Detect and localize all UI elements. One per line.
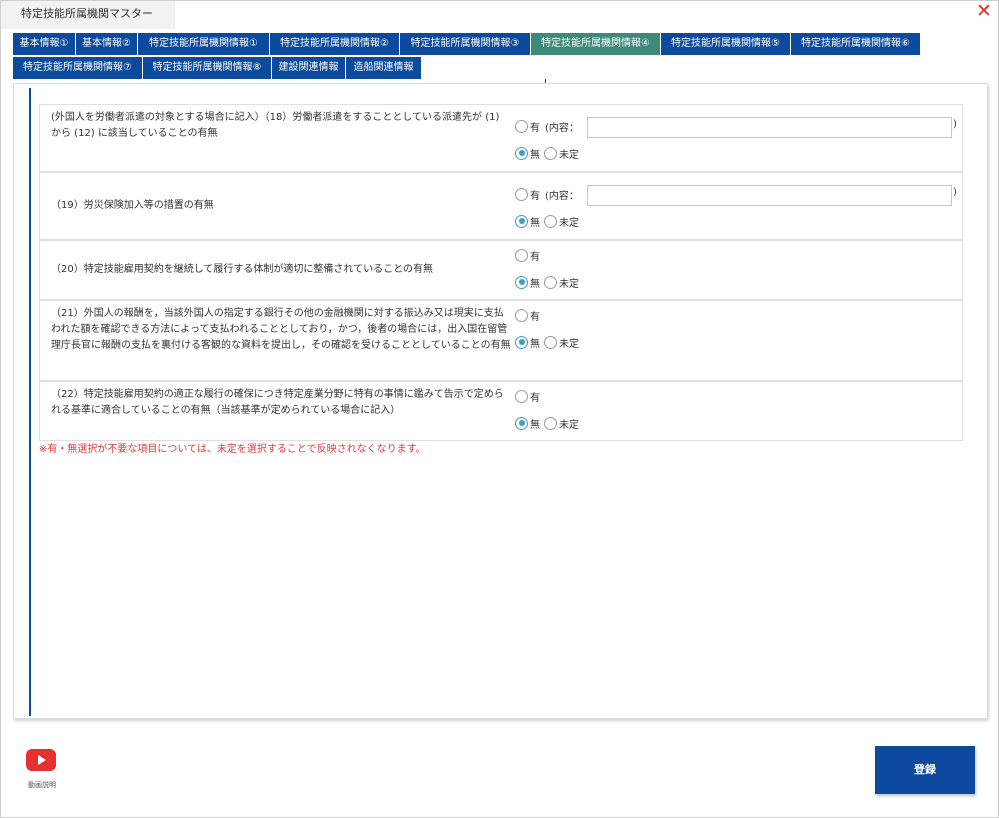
youtube-play-icon[interactable] [26,749,56,771]
tab-org-7[interactable]: 特定技能所属機関情報⑦ [13,57,142,79]
option-yes-label: 有 [530,122,540,134]
option-no-label: 無 [530,217,540,229]
option-yes-label: 有 [530,251,540,263]
radio-undecided[interactable] [544,146,557,160]
tab-org-5[interactable]: 特定技能所属機関情報⑤ [661,33,790,55]
form-panel: (外国人を労働者派遣の対象とする場合に記入）（18）労働者派遣をすることとしてい… [13,83,988,719]
option-yes[interactable]: 有 [515,247,540,263]
video-help-label: 動画説明 [28,781,56,789]
question-text: (外国人を労働者派遣の対象とする場合に記入）（18）労働者派遣をすることとしてい… [51,112,500,139]
detail-input[interactable] [587,185,952,206]
tab-construction[interactable]: 建設関連情報 [272,57,345,79]
selection-note: ※有・無選択が不要な項目については、未定を選択することで反映されなくなります。 [39,444,426,455]
tab-basic-2[interactable]: 基本情報② [76,33,137,55]
question-18: (外国人を労働者派遣の対象とする場合に記入）（18）労働者派遣をすることとしてい… [39,104,963,172]
option-undecided-label: 未定 [559,278,579,290]
tab-org-4[interactable]: 特定技能所属機関情報④ [531,33,660,55]
detail-input[interactable] [587,117,952,138]
tab-org-3[interactable]: 特定技能所属機関情報③ [400,33,530,55]
panel-accent-line [29,88,31,716]
tab-row-1: 基本情報① 基本情報② 特定技能所属機関情報① 特定技能所属機関情報② 特定技能… [13,33,993,55]
option-no-label: 無 [530,278,540,290]
window-title: 特定技能所属機関マスター [1,1,175,29]
option-undecided-label: 未定 [559,217,579,229]
tab-basic-1[interactable]: 基本情報① [13,33,75,55]
tab-row-2: 特定技能所属機関情報⑦ 特定技能所属機関情報⑧ 建設関連情報 造船関連情報 [13,57,993,89]
option-undecided-label: 未定 [559,149,579,161]
option-no[interactable]: 無 未定 [515,334,579,350]
tab-org-2[interactable]: 特定技能所属機関情報② [270,33,399,55]
option-no-label: 無 [530,149,540,161]
radio-no[interactable] [515,214,528,228]
question-text: （20）特定技能雇用契約を継続して履行する体制が適切に整備されていることの有無 [51,264,434,275]
detail-close-paren: ) [953,119,957,130]
detail-label: (内容： [545,122,579,134]
detail-close-paren: ) [953,187,957,198]
question-20: （20）特定技能雇用契約を継続して履行する体制が適切に整備されていることの有無 … [39,240,963,300]
radio-undecided[interactable] [544,335,557,349]
option-yes[interactable]: 有 (内容： [515,186,579,202]
option-yes-label: 有 [530,311,540,323]
option-no[interactable]: 無 未定 [515,213,579,229]
radio-yes[interactable] [515,119,528,133]
tab-shipbuilding[interactable]: 造船関連情報 [346,57,421,79]
option-no[interactable]: 無 未定 [515,415,579,431]
option-no-label: 無 [530,419,540,431]
question-21: （21）外国人の報酬を，当該外国人の指定する銀行その他の金融機関に対する振込み又… [39,300,963,381]
option-yes[interactable]: 有 [515,388,540,404]
option-undecided-label: 未定 [559,338,579,350]
option-no[interactable]: 無 未定 [515,145,579,161]
option-yes-label: 有 [530,392,540,404]
radio-no[interactable] [515,416,528,430]
question-text: （19）労災保険加入等の措置の有無 [51,200,214,211]
radio-yes[interactable] [515,389,528,403]
question-text: （22）特定技能雇用契約の適正な履行の確保につき特定産業分野に特有の事情に鑑みて… [51,389,504,416]
radio-no[interactable] [515,146,528,160]
register-button[interactable]: 登録 [875,746,975,794]
option-no-label: 無 [530,338,540,350]
video-help-button[interactable]: 動画説明 [23,749,61,795]
tab-org-6[interactable]: 特定技能所属機関情報⑥ [791,33,920,55]
question-19: （19）労災保険加入等の措置の有無 有 (内容： ) 無 未定 [39,172,963,240]
option-no[interactable]: 無 未定 [515,274,579,290]
radio-yes[interactable] [515,248,528,262]
radio-no[interactable] [515,275,528,289]
detail-label: (内容： [545,190,579,202]
question-22: （22）特定技能雇用契約の適正な履行の確保につき特定産業分野に特有の事情に鑑みて… [39,381,963,441]
close-button[interactable]: ✕ [974,1,994,21]
tab-bar: 基本情報① 基本情報② 特定技能所属機関情報① 特定技能所属機関情報② 特定技能… [13,33,993,89]
radio-yes[interactable] [515,187,528,201]
option-yes[interactable]: 有 (内容： [515,118,579,134]
radio-yes[interactable] [515,308,528,322]
tab-org-8[interactable]: 特定技能所属機関情報⑧ [143,57,271,79]
radio-undecided[interactable] [544,214,557,228]
app-window: 特定技能所属機関マスター ✕ 基本情報① 基本情報② 特定技能所属機関情報① 特… [0,0,999,818]
option-undecided-label: 未定 [559,419,579,431]
radio-undecided[interactable] [544,275,557,289]
radio-undecided[interactable] [544,416,557,430]
radio-no[interactable] [515,335,528,349]
option-yes[interactable]: 有 [515,307,540,323]
tab-org-1[interactable]: 特定技能所属機関情報① [138,33,269,55]
option-yes-label: 有 [530,190,540,202]
question-text: （21）外国人の報酬を，当該外国人の指定する銀行その他の金融機関に対する振込み又… [51,308,511,351]
